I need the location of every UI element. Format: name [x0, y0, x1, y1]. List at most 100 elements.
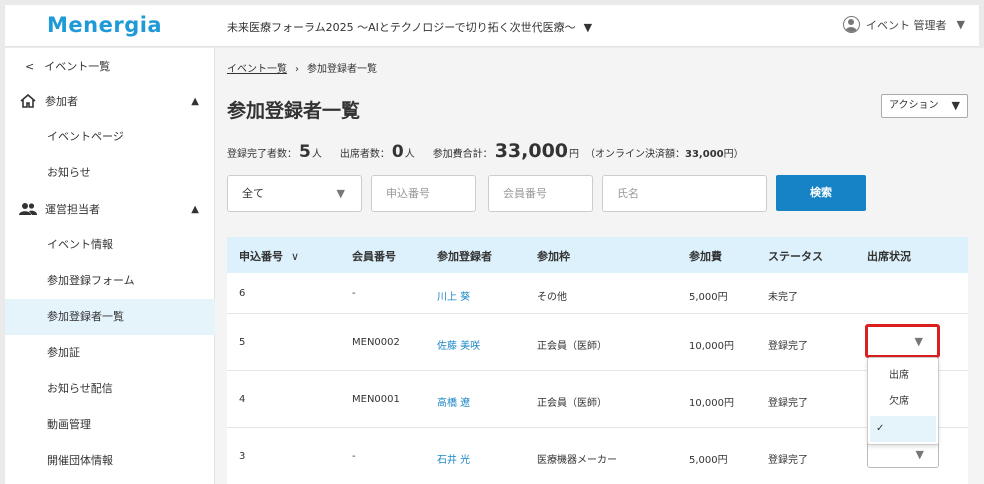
caret-down-icon: ▼ [951, 99, 960, 112]
status-filter-select[interactable]: 全て ▼ [227, 175, 362, 212]
people-icon [19, 203, 37, 215]
col-slot: 参加枠 [537, 250, 570, 263]
attendance-option-present[interactable]: 出席 [870, 363, 936, 389]
registered-count: 5 [299, 142, 311, 162]
col-registrant: 参加登録者 [437, 250, 492, 263]
col-fee: 参加費 [689, 250, 722, 263]
sidebar-section-participants[interactable]: 参加者 ▲ [19, 93, 199, 109]
sidebar-section-staff[interactable]: 運営担当者 ▲ [19, 201, 199, 217]
back-label: イベント一覧 [44, 60, 111, 73]
check-icon: ✓ [876, 423, 885, 434]
caret-down-icon: ▼ [336, 187, 345, 200]
breadcrumb-current: 参加登録者一覧 [307, 64, 377, 75]
event-selector[interactable]: 未来医療フォーラム2025 ～AIとテクノロジーで切り拓く次世代医療～ ▼ [227, 19, 592, 35]
search-button[interactable]: 検索 [776, 175, 866, 211]
app-no: 3 [239, 451, 246, 462]
app-no: 5 [239, 337, 246, 348]
sidebar-item-event-page[interactable]: イベントページ [5, 119, 215, 155]
attendance-option-blank-selected[interactable]: ✓ [870, 416, 936, 442]
fee: 5,000円 [689, 455, 728, 466]
sidebar-item-registration-form[interactable]: 参加登録フォーム [5, 263, 215, 299]
registrant-name-link[interactable]: 佐藤 美咲 [437, 337, 480, 352]
menergia-logo[interactable]: Menergia [47, 13, 162, 37]
member-no: - [352, 451, 356, 462]
col-member-number: 会員番号 [352, 250, 396, 263]
table-row: 5 MEN0002 佐藤 美咲 正会員（医師） 10,000円 登録完了 ▼ [227, 314, 968, 371]
fee-label: 参加費合計： [432, 149, 493, 160]
status: 登録完了 [768, 341, 808, 352]
fee-unit: 円 [569, 149, 580, 160]
status-filter-value: 全て [242, 187, 264, 200]
caret-down-icon: ▼ [914, 335, 923, 348]
breadcrumb: イベント一覧 › 参加登録者一覧 [227, 60, 377, 75]
top-header: Menergia 未来医療フォーラム2025 ～AIとテクノロジーで切り拓く次世… [5, 5, 979, 47]
event-title: 未来医療フォーラム2025 ～AIとテクノロジーで切り拓く次世代医療～ [227, 21, 576, 34]
sort-chevron-down-icon: ∨ [291, 250, 300, 263]
slot: その他 [537, 292, 567, 303]
table-row: 6 - 川上 葵 その他 5,000円 未完了 [227, 273, 968, 314]
section-label: 参加者 [45, 95, 78, 108]
chevron-left-icon: < [25, 60, 35, 73]
user-menu[interactable]: イベント 管理者 ▼ [843, 16, 965, 33]
table-row: 3 - 石井 光 医療機器メーカー 5,000円 登録完了 ▼ [227, 428, 968, 484]
status: 登録完了 [768, 455, 808, 466]
member-number-input[interactable]: 会員番号 [488, 175, 593, 212]
collapse-triangle-icon: ▲ [191, 95, 199, 107]
sidebar-item-organizer-info[interactable]: 開催団体情報 [5, 443, 215, 479]
col-attendance: 出席状況 [867, 250, 911, 263]
fee: 5,000円 [689, 292, 728, 303]
registrant-name-link[interactable]: 川上 葵 [437, 288, 470, 303]
sidebar-item-registrant-list[interactable]: 参加登録者一覧 [5, 299, 215, 335]
slot: 医療機器メーカー [537, 455, 617, 466]
caret-down-icon: ▼ [583, 21, 593, 34]
user-avatar-icon [843, 16, 861, 33]
sidebar-item-notices[interactable]: お知らせ [5, 155, 215, 191]
attendance-option-absent[interactable]: 欠席 [870, 389, 936, 415]
sidebar-item-participation-card[interactable]: 参加証 [5, 335, 215, 371]
sidebar-item-event-info[interactable]: イベント情報 [5, 227, 215, 263]
col-application-number[interactable]: 申込番号 ∨ [239, 248, 299, 264]
attendance-select-open[interactable]: ▼ [865, 324, 940, 358]
fee: 10,000円 [689, 341, 734, 352]
caret-down-icon: ▼ [956, 18, 965, 31]
section-label: 運営担当者 [45, 203, 100, 216]
attended-count: 0 [391, 142, 404, 162]
sidebar-item-notice-delivery[interactable]: お知らせ配信 [5, 371, 215, 407]
summary-stats: 登録完了者数： 5 人 出席者数： 0 人 参加費合計： 33,000 円 （オ… [227, 140, 744, 162]
user-name: イベント 管理者 [866, 18, 947, 32]
action-label: アクション [889, 100, 939, 111]
registered-unit: 人 [311, 149, 322, 160]
registrant-name-link[interactable]: 石井 光 [437, 451, 470, 466]
collapse-triangle-icon: ▲ [191, 203, 199, 215]
home-icon [20, 94, 36, 108]
fee: 10,000円 [689, 398, 734, 409]
slot: 正会員（医師） [537, 398, 607, 409]
status: 登録完了 [768, 398, 808, 409]
attended-unit: 人 [404, 149, 415, 160]
action-dropdown-button[interactable]: アクション ▼ [881, 94, 968, 118]
page-title: 参加登録者一覧 [227, 100, 361, 122]
registrant-table: 申込番号 ∨ 会員番号 参加登録者 参加枠 参加費 ステータス 出席状況 6 - … [227, 237, 968, 484]
attendance-select[interactable]: ▼ [867, 441, 939, 468]
fee-total: 33,000 [494, 140, 569, 162]
name-input[interactable]: 氏名 [602, 175, 767, 212]
member-no: - [352, 288, 356, 299]
attendance-dropdown-menu: 出席 欠席 ✓ [867, 357, 939, 445]
app-no: 4 [239, 394, 246, 405]
member-no: MEN0002 [352, 337, 400, 348]
back-to-event-list[interactable]: < イベント一覧 [25, 58, 110, 74]
slot: 正会員（医師） [537, 341, 607, 352]
status: 未完了 [768, 292, 798, 303]
col-status: ステータス [768, 250, 823, 263]
online-payment-amount: 33,000 [685, 149, 724, 160]
caret-down-icon: ▼ [915, 448, 924, 461]
attended-label: 出席者数： [339, 149, 390, 160]
registrant-name-link[interactable]: 高橋 遼 [437, 394, 470, 409]
breadcrumb-event-list-link[interactable]: イベント一覧 [227, 64, 287, 75]
sidebar-item-video-management[interactable]: 動画管理 [5, 407, 215, 443]
sidebar: < イベント一覧 参加者 ▲ イベントページ お知らせ 運営担当者 ▲ イベント情… [5, 48, 215, 484]
member-no: MEN0001 [352, 394, 400, 405]
application-number-input[interactable]: 申込番号 [371, 175, 476, 212]
breadcrumb-separator: › [295, 64, 299, 75]
registered-label: 登録完了者数： [227, 149, 297, 160]
